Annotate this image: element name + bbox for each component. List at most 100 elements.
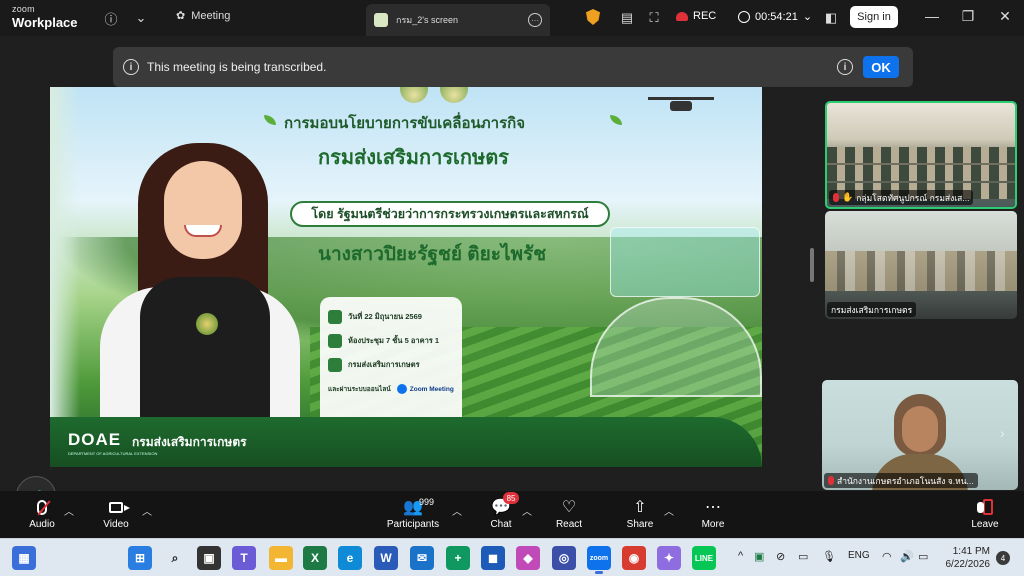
layout-icon[interactable]: ◧ [822,9,840,27]
video-tile[interactable]: สำนักงานเกษตรอำเภอโนนสัง จ.หน... [822,380,1018,490]
sign-in-button[interactable]: Sign in [850,6,898,28]
video-camera-icon [109,501,130,513]
shared-screen-label: กรม_2's screen [396,15,458,25]
meeting-label: Meeting [191,9,231,22]
chevron-up-icon[interactable]: ^ [738,550,743,562]
notification-badge[interactable]: 4 [996,551,1010,565]
transcription-banner: i This meeting is being transcribed. i O… [113,47,913,87]
speaker-portrait [100,137,310,437]
footer-org-name: กรมส่งเสริมการเกษตร [132,435,247,449]
file-explorer-icon[interactable]: ▬ [269,546,293,570]
m365-icon[interactable]: ◆ [516,546,540,570]
participants-label: Participants [386,519,440,530]
slide-title-2: กรมส่งเสริมการเกษตร [318,147,509,169]
clock-time: 1:41 PM [952,546,990,557]
participant-name: สำนักงานเกษตรอำเภอโนนสัง จ.หน... [837,475,974,486]
store-icon[interactable]: ◼ [481,546,505,570]
panel-resize-handle[interactable] [810,248,814,282]
heart-icon: ♡ [561,499,577,516]
security-shield-icon[interactable] [586,9,600,25]
task-view-icon[interactable]: ▣ [197,546,221,570]
more-button[interactable]: ⋯ More [683,497,743,535]
camera-tray-icon[interactable]: ⊘ [776,550,785,563]
volume-icon[interactable]: 🔊 [900,550,914,563]
battery-icon[interactable]: ▭ [918,550,928,563]
leaf-icon [610,115,622,125]
fullscreen-icon[interactable]: ⛶ [645,9,663,27]
chevron-up-icon[interactable]: ︿ [522,503,532,518]
search-icon[interactable]: ⌕ [163,546,187,570]
windows-taskbar: ▦ ⊞ ⌕ ▣ T ▬ X e W ✉ + ◼ ◆ ◎ zoom ◉ ✦ LIN… [0,538,1024,576]
captions-icon[interactable]: ▤ [618,9,636,27]
brand-line1: zoom [12,4,35,14]
system-clock[interactable]: 1:41 PM 6/22/2026 [940,545,991,571]
building-icon [328,358,342,372]
start-icon[interactable]: ⊞ [128,546,152,570]
video-label: Video [103,519,129,530]
chevron-up-icon[interactable]: ︿ [64,503,74,518]
info-online-row: และผ่านระบบออนไลน์ Zoom Meeting [328,377,454,401]
mail-icon[interactable]: ✉ [410,546,434,570]
more-options-icon[interactable]: ··· [528,13,542,27]
zoom-logo: zoom Workplace [12,4,78,30]
clock-icon [738,10,750,23]
participants-button[interactable]: 👥 999 Participants [383,497,443,535]
doae-logo: DOAE [68,430,122,449]
wifi-icon[interactable]: ◠ [882,550,892,563]
video-tile[interactable]: กรมส่งเสริมการเกษตร [825,211,1017,319]
share-button[interactable]: ⇧ Share [610,497,670,535]
seal-emblem [440,87,468,103]
signal-icon[interactable]: ◎ [552,546,576,570]
chat-label: Chat [490,519,512,530]
department-badge-icon [196,313,218,335]
calculator-icon[interactable]: + [446,546,470,570]
chevron-down-icon[interactable]: ⌄ [132,9,150,27]
meeting-timer[interactable]: 00:54:21 ⌄ [738,10,812,23]
drone-graphic [648,93,714,115]
meeting-tab[interactable]: ✿ Meeting [176,9,231,23]
react-label: React [555,519,583,530]
meeting-info-icon[interactable]: ⓘ [102,9,120,27]
chrome-icon[interactable]: ◉ [622,546,646,570]
react-button[interactable]: ♡ React [539,497,599,535]
info-icon[interactable]: i [837,59,853,75]
word-icon[interactable]: W [374,546,398,570]
video-button[interactable]: Video [86,497,146,535]
copilot-icon[interactable]: ✦ [657,546,681,570]
paw-icon: ✿ [176,10,186,22]
close-icon[interactable]: ✕ [995,8,1015,25]
audio-button[interactable]: Audio [12,497,72,535]
chevron-up-icon[interactable]: ︿ [664,503,674,518]
chevron-up-icon[interactable]: ︿ [142,503,152,518]
participant-name-label: กรมส่งเสริมการเกษตร [827,302,917,317]
calendar-icon [328,310,342,324]
video-tile[interactable]: ✋ กลุ่มโสตทัศนูปกรณ์ กรมส่งเส... [825,101,1017,209]
chevron-up-icon[interactable]: ︿ [452,503,462,518]
leave-door-icon [977,499,993,515]
restore-icon[interactable]: ❐ [958,8,978,25]
minimize-icon[interactable]: — [922,8,942,24]
seal-emblem [400,87,428,103]
edge-icon[interactable]: e [338,546,362,570]
display-tray-icon[interactable]: ▭ [798,550,808,563]
tray-app-icon[interactable]: ▣ [754,550,764,563]
recording-indicator[interactable]: REC [676,10,716,22]
leave-button[interactable]: Leave [955,497,1015,535]
microphone-tray-icon[interactable]: 🎙 [822,550,836,563]
rec-label: REC [693,10,717,22]
leaf-icon [264,115,276,125]
zoom-app-icon[interactable]: zoom [587,546,611,574]
zoom-window: zoom Workplace ⓘ ⌄ ✿ Meeting กรม_2's scr… [0,0,1024,576]
shared-screen-tab[interactable]: กรม_2's screen ··· [366,4,550,36]
share-screen-icon: ⇧ [633,499,647,516]
excel-icon[interactable]: X [303,546,327,570]
language-indicator[interactable]: ENG [848,550,870,561]
line-icon[interactable]: LINE [692,546,716,570]
event-info-card: วันที่ 22 มิถุนายน 2569 ห้องประชุม 7 ชั้… [320,297,462,433]
ok-button[interactable]: OK [863,56,899,78]
widgets-icon[interactable]: ▦ [12,546,36,570]
zoom-camera-icon [396,384,407,394]
participant-name-label: ✋ กลุ่มโสตทัศนูปกรณ์ กรมส่งเส... [829,190,974,205]
next-page-arrow-icon[interactable]: › [1000,425,1005,441]
teams-icon[interactable]: T [232,546,256,570]
